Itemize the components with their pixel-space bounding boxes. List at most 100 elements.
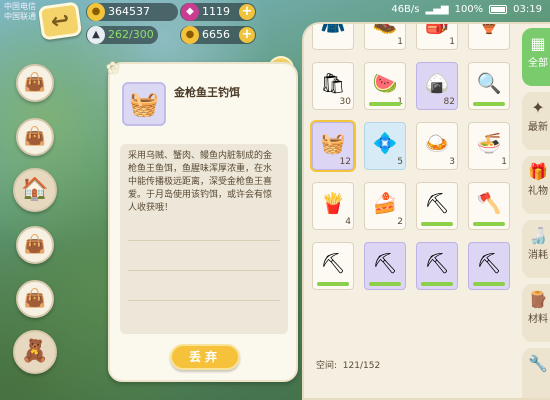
item-description: 采用乌贼、蟹肉、鳗鱼内脏制成的金枪鱼王鱼饵，鱼腥味浑厚浓重，在水中能传播极远距离… xyxy=(128,151,273,213)
trophy-icon: 🏺 xyxy=(476,22,502,35)
inventory-slot[interactable]: 🧺 12 xyxy=(310,120,356,172)
tab-more[interactable]: 🔧 xyxy=(522,348,550,398)
flower-decoration-icon: ✿ xyxy=(106,58,120,77)
energy-value: 262/300 xyxy=(108,28,154,41)
gold-counter: ● 364537 xyxy=(86,3,178,21)
inventory-slot[interactable]: 🍉1 xyxy=(364,62,406,110)
inventory-slot[interactable]: 🧥 xyxy=(312,22,354,50)
tuna-bait-icon: 🧺 xyxy=(320,131,346,155)
system-indicators: 46B/s ▂▄▆ 100% 03:19 xyxy=(391,4,542,15)
inventory-slot[interactable]: 🥾 1 xyxy=(364,24,406,50)
tab-label: 材料 xyxy=(528,314,548,325)
outfit-icon: 🧥 xyxy=(320,22,346,35)
inventory-slot[interactable]: 🛍 30 xyxy=(312,62,354,110)
flour-sack-icon: 🛍 xyxy=(320,71,346,95)
tab-new[interactable]: ✦ 最新 xyxy=(522,92,550,150)
backpack-icon: 🎒 xyxy=(424,22,450,35)
back-arrow-icon: ↩ xyxy=(49,7,72,36)
side-button-bag-3[interactable]: 👜 xyxy=(16,226,54,264)
fries-icon: 🍟 xyxy=(320,191,346,215)
net-speed: 46B/s xyxy=(391,4,420,15)
item-title: 金枪鱼王钓饵 xyxy=(174,86,240,99)
tab-material[interactable]: 🪵 材料 xyxy=(522,284,550,342)
carrier-info: 中国电信 中国联通 xyxy=(4,2,36,22)
item-count: 4 xyxy=(345,217,351,227)
bag-icon: 👜 xyxy=(23,234,47,255)
rice-ball-icon: 🍙 xyxy=(424,71,450,95)
inventory-slot[interactable]: ⛏ xyxy=(468,242,510,290)
side-button-shop[interactable]: 🏠 xyxy=(13,168,57,212)
gem-value: 1119 xyxy=(202,5,230,18)
tab-label: 消耗 xyxy=(528,250,548,261)
watermelon-icon: 🍉 xyxy=(372,71,398,95)
divider xyxy=(128,270,280,271)
item-count: 3 xyxy=(449,157,455,167)
consumable-icon: 🍶 xyxy=(528,226,548,245)
coin-counter: ● 6656 + xyxy=(180,26,256,44)
signal-icon: ▂▄▆ xyxy=(425,4,449,15)
storage-space: 空间: 121/152 xyxy=(316,358,380,371)
axe-icon: 🪓 xyxy=(476,191,502,215)
more-icon: 🔧 xyxy=(528,354,548,373)
inventory-slot[interactable]: 💠 5 xyxy=(364,122,406,170)
battery-percent: 100% xyxy=(454,4,484,15)
inventory-slot[interactable]: 🍙 82 xyxy=(416,62,458,110)
durability-bar xyxy=(473,282,505,286)
divider xyxy=(128,300,280,301)
item-count: 12 xyxy=(339,157,351,167)
item-description-box: 采用乌贼、蟹肉、鳗鱼内脏制成的金枪鱼王鱼饵，鱼腥味浑厚浓重，在水中能传播极远距离… xyxy=(120,144,288,334)
inventory-slot[interactable]: ⛏ xyxy=(416,182,458,230)
tab-consumable[interactable]: 🍶 消耗 xyxy=(522,220,550,278)
gold-value: 364537 xyxy=(108,5,150,18)
inventory-slot[interactable]: 🏺 xyxy=(468,22,510,50)
inventory-slot[interactable]: 🎒 1 xyxy=(416,22,458,50)
inventory-slot[interactable]: ⛏ xyxy=(416,242,458,290)
inventory-slot[interactable]: 🍟 4 xyxy=(312,182,354,230)
battery-icon xyxy=(489,5,508,14)
inventory-slot[interactable]: 🍜 1 xyxy=(468,122,510,170)
item-count: 5 xyxy=(397,157,403,167)
discard-button[interactable]: 丢弃 xyxy=(170,344,240,370)
all-icon: ▦ xyxy=(530,34,546,53)
tab-label: 全部 xyxy=(528,58,548,69)
inventory-panel: 🧥🥾1🎒1🏺🛍30🍉1🍙82🔍🧺12💠5🍛3🍜1🍟4🍰2⛏🪓⛏⛏⛏⛏ 空间: 1… xyxy=(302,22,550,400)
item-count: 2 xyxy=(397,217,403,227)
item-count: 30 xyxy=(339,97,351,107)
tab-gift[interactable]: 🎁 礼物 xyxy=(522,156,550,214)
inventory-slot[interactable]: ⛏ xyxy=(312,242,354,290)
inventory-slot[interactable]: 🍛 3 xyxy=(416,122,458,170)
inventory-slot[interactable]: 🍰 2 xyxy=(364,182,406,230)
category-tabs: ▦ 全部 ✦ 最新 🎁 礼物 🍶 消耗 🪵 材料 🔧 xyxy=(520,24,550,398)
tab-all[interactable]: ▦ 全部 xyxy=(522,28,550,86)
inventory-slot[interactable]: 🔍 xyxy=(468,62,510,110)
carrier-2: 中国联通 xyxy=(4,12,36,21)
shop-icon: 🏠 xyxy=(21,177,49,202)
divider xyxy=(128,240,280,241)
coin-value: 6656 xyxy=(202,28,230,41)
durability-bar xyxy=(473,222,505,226)
add-coins-button[interactable]: + xyxy=(239,27,255,43)
tab-label: 最新 xyxy=(528,122,548,133)
blue-gem-icon: 💠 xyxy=(372,131,398,155)
status-bar: 中国电信 中国联通 46B/s ▂▄▆ 100% 03:19 xyxy=(0,0,550,22)
bear-avatar-icon: 🧸 xyxy=(21,339,49,364)
item-count: 1 xyxy=(397,37,403,47)
pickaxe-icon: ⛏ xyxy=(476,251,502,275)
item-count: 1 xyxy=(501,157,507,167)
item-count: 82 xyxy=(443,97,455,107)
side-button-bag-2[interactable]: 👜 xyxy=(16,118,54,156)
side-button-avatar[interactable]: 🧸 xyxy=(13,330,57,374)
pickaxe-icon: ⛏ xyxy=(320,251,346,275)
inventory-slot[interactable]: 🪓 xyxy=(468,182,510,230)
gem-counter: ◆ 1119 + xyxy=(180,3,256,21)
inventory-slot[interactable]: ⛏ xyxy=(364,242,406,290)
back-button[interactable]: ↩ xyxy=(37,1,83,41)
selected-item-thumbnail: 🧺 xyxy=(122,82,166,126)
side-button-bag-1[interactable]: 👜 xyxy=(16,64,54,102)
pickaxe-icon: ⛏ xyxy=(424,191,450,215)
add-gems-button[interactable]: + xyxy=(239,4,255,20)
carrier-1: 中国电信 xyxy=(4,2,36,11)
side-button-bag-4[interactable]: 👜 xyxy=(16,280,54,318)
curry-dish-icon: 🍛 xyxy=(424,131,450,155)
space-label: 空间: xyxy=(316,361,338,371)
